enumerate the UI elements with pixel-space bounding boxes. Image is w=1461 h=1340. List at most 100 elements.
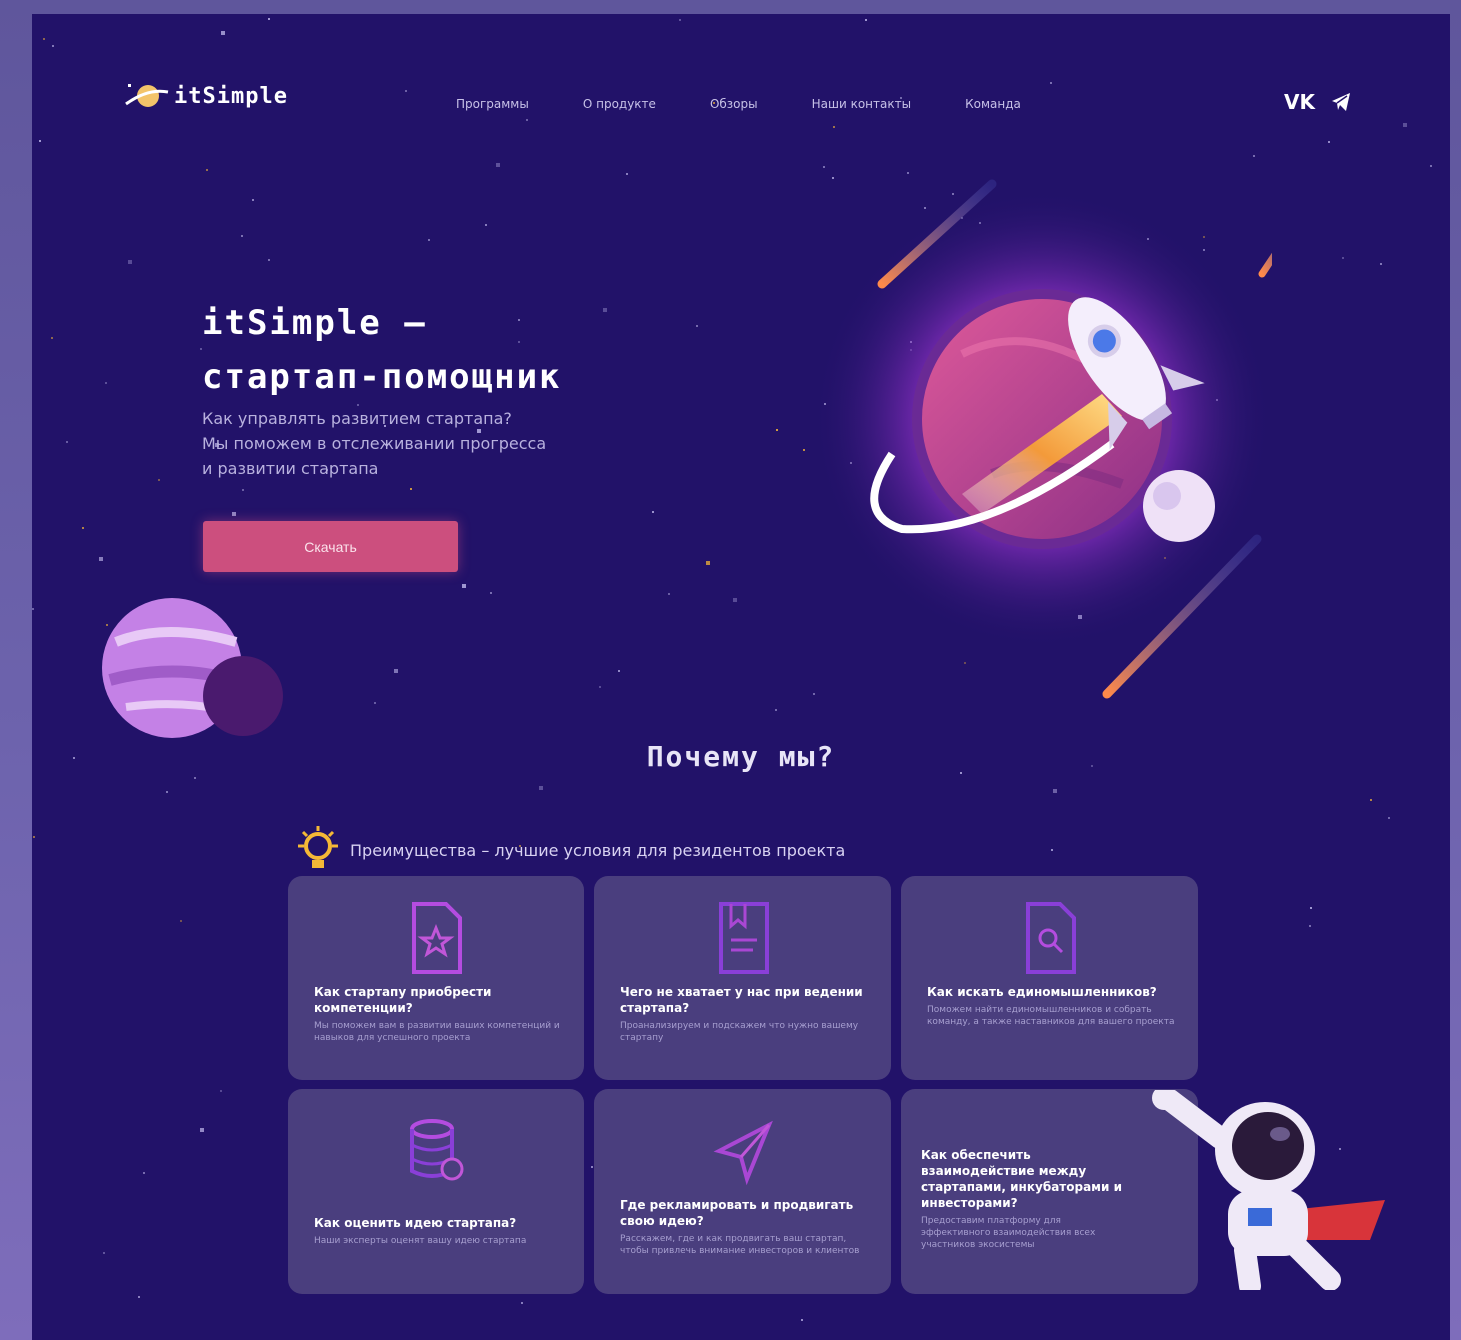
star — [194, 777, 196, 779]
send-icon — [713, 1120, 773, 1186]
star — [679, 19, 681, 21]
star — [206, 169, 208, 171]
page-canvas: itSimple Программы О продукте Обзоры Наш… — [32, 14, 1450, 1340]
star — [865, 19, 867, 21]
hero-subtitle-line2: Мы поможем в отслеживании прогресса — [202, 434, 547, 453]
feature-question: Где рекламировать и продвигать свою идею… — [620, 1198, 854, 1228]
star — [428, 239, 430, 241]
star — [462, 584, 466, 588]
star — [776, 429, 778, 431]
star — [668, 593, 670, 595]
star — [200, 1128, 204, 1132]
main-nav: Программы О продукте Обзоры Наши контакт… — [456, 97, 1021, 111]
feature-question: Как искать единомышленников? — [927, 985, 1157, 999]
document-bookmark-icon — [718, 902, 769, 974]
feature-card[interactable]: Как искать единомышленников? Поможем най… — [901, 876, 1198, 1080]
star — [775, 709, 777, 711]
star — [220, 1090, 222, 1092]
star — [138, 1296, 140, 1298]
star — [232, 512, 236, 516]
feature-card[interactable]: Как оценить идею стартапа? Наши эксперты… — [288, 1089, 584, 1294]
star — [82, 527, 84, 529]
star — [180, 920, 182, 922]
star — [603, 308, 607, 312]
feature-question: Как стартапу приобрести компетенции? — [314, 985, 492, 1015]
star — [1380, 263, 1382, 265]
star — [405, 90, 407, 92]
nav-item-reviews[interactable]: Обзоры — [710, 97, 758, 111]
nav-item-team[interactable]: Команда — [965, 97, 1021, 111]
hero-title: itSimple – стартап-помощник — [202, 296, 562, 404]
star — [618, 670, 620, 672]
feature-question: Как оценить идею стартапа? — [314, 1216, 517, 1230]
star — [1328, 141, 1330, 143]
star — [490, 592, 492, 594]
star — [1309, 925, 1311, 927]
star — [539, 786, 543, 790]
star — [394, 669, 398, 673]
feature-answer: Предоставим платформу для эффективного в… — [921, 1216, 1096, 1250]
star — [268, 259, 270, 261]
star — [485, 224, 487, 226]
database-check-icon — [410, 1119, 464, 1181]
advantages-row: Преимущества – лучшие условия для резиде… — [296, 826, 845, 874]
feature-card[interactable]: Чего не хватает у нас при ведении старта… — [594, 876, 891, 1080]
star — [1370, 799, 1372, 801]
star — [1053, 789, 1057, 793]
document-search-icon — [1025, 902, 1076, 974]
star — [32, 608, 34, 610]
feature-question: Как обеспечить взаимодействие между стар… — [921, 1148, 1122, 1210]
star — [1403, 123, 1407, 127]
star — [1051, 849, 1053, 851]
advantages-text: Преимущества – лучшие условия для резиде… — [350, 840, 846, 860]
planet-logo-icon — [125, 84, 169, 107]
star — [99, 557, 103, 561]
rocket-planet-illustration — [812, 179, 1272, 699]
feature-question: Чего не хватает у нас при ведении старта… — [620, 985, 863, 1015]
star — [833, 126, 835, 128]
download-button[interactable]: Скачать — [203, 521, 458, 572]
star — [242, 489, 244, 491]
star — [1388, 817, 1390, 819]
star — [652, 511, 654, 513]
astronaut-illustration — [1152, 1090, 1385, 1290]
star — [105, 382, 107, 384]
logo-text: itSimple — [174, 83, 288, 109]
social-links: VK — [1284, 90, 1353, 114]
star — [268, 18, 270, 20]
feature-card[interactable]: Как стартапу приобрести компетенции? Мы … — [288, 876, 584, 1080]
feature-answer: Мы поможем вам в развитии ваших компетен… — [314, 1021, 560, 1043]
star — [801, 1319, 803, 1321]
feature-card[interactable]: Где рекламировать и продвигать свою идею… — [594, 1089, 891, 1294]
star — [706, 561, 710, 565]
star — [733, 598, 737, 602]
star — [521, 1302, 523, 1304]
hero-subtitle-line3: и развитии стартапа — [202, 459, 379, 478]
star — [43, 38, 45, 40]
star — [526, 119, 528, 121]
logo[interactable]: itSimple — [122, 78, 288, 114]
star — [599, 686, 601, 688]
feature-answer: Расскажем, где и как продвигать ваш стар… — [620, 1234, 860, 1256]
star — [1050, 82, 1052, 84]
star — [1342, 257, 1344, 259]
telegram-icon[interactable] — [1329, 90, 1353, 114]
document-star-icon — [412, 902, 462, 974]
star — [241, 235, 243, 237]
vk-icon[interactable]: VK — [1284, 90, 1315, 114]
star — [33, 836, 35, 838]
hero-title-line1: itSimple – — [202, 303, 427, 343]
star — [252, 199, 254, 201]
feature-answer: Проанализируем и подскажем что нужно ваш… — [620, 1021, 859, 1043]
star — [66, 441, 68, 443]
star — [410, 488, 412, 490]
star — [39, 140, 41, 142]
nav-item-about[interactable]: О продукте — [583, 97, 656, 111]
star — [143, 1172, 145, 1174]
features-grid: Как стартапу приобрести компетенции? Мы … — [288, 876, 1199, 1294]
nav-item-contacts[interactable]: Наши контакты — [812, 97, 911, 111]
nav-item-programs[interactable]: Программы — [456, 97, 529, 111]
star — [1310, 907, 1312, 909]
star — [626, 173, 628, 175]
star — [103, 1252, 105, 1254]
